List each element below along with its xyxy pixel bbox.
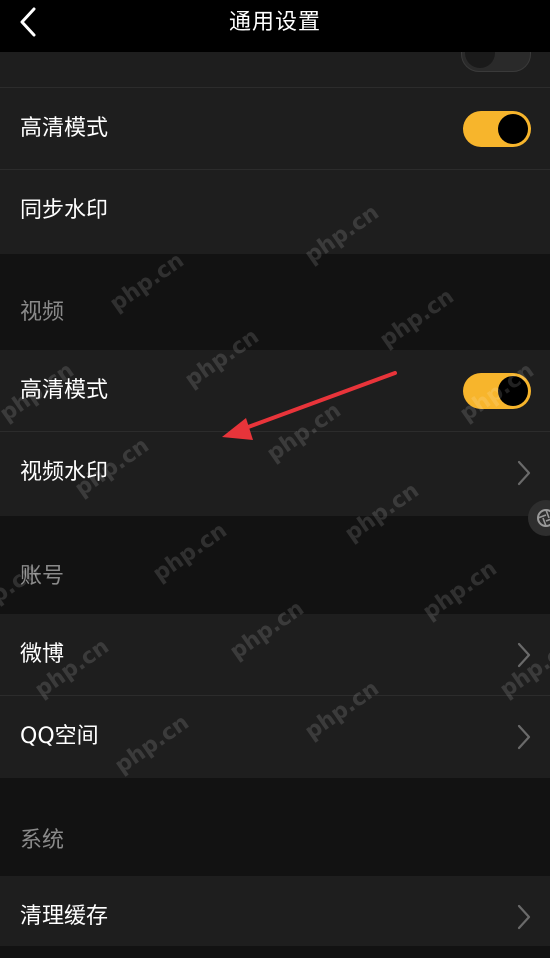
navigation-bar: 通用设置 [0, 0, 550, 52]
page-title: 通用设置 [228, 10, 321, 35]
section-header-system: 系统 [20, 828, 65, 853]
row-weibo[interactable]: 微博 [0, 614, 550, 696]
row-photo-hd-mode[interactable]: 高清模式 [0, 88, 550, 170]
row-label: 微博 [20, 642, 65, 667]
watermark: php.cn [375, 284, 459, 353]
row-qq-zone[interactable]: QQ空间 [0, 696, 550, 778]
floating-camera-button[interactable] [528, 500, 550, 536]
row-label: 高清模式 [20, 116, 109, 141]
video-settings-group: 高清模式 视频水印 [0, 350, 550, 516]
row-sync-watermark[interactable]: 同步水印 [0, 170, 550, 252]
watermark: php.cn [105, 248, 189, 317]
chevron-right-icon [517, 724, 531, 750]
section-header-video: 视频 [20, 300, 65, 325]
video-hd-mode-toggle[interactable] [463, 373, 531, 409]
chevron-right-icon [517, 642, 531, 668]
row-label: 视频水印 [20, 460, 109, 485]
watermark: php.cn [148, 518, 232, 587]
row-video-watermark[interactable]: 视频水印 [0, 432, 550, 514]
section-header-account: 账号 [20, 564, 65, 589]
system-settings-group: 清理缓存 [0, 876, 550, 946]
row-label: 高清模式 [20, 378, 109, 403]
row-label: QQ空间 [20, 724, 99, 749]
chevron-right-icon [517, 904, 531, 930]
toggle-knob [498, 376, 528, 406]
row-label: 同步水印 [20, 198, 109, 223]
photo-hd-mode-toggle[interactable] [463, 111, 531, 147]
account-settings-group: 微博 QQ空间 [0, 614, 550, 778]
chevron-right-icon [517, 460, 531, 486]
aperture-icon [537, 509, 550, 527]
toggle-knob [498, 114, 528, 144]
row-video-hd-mode[interactable]: 高清模式 [0, 350, 550, 432]
